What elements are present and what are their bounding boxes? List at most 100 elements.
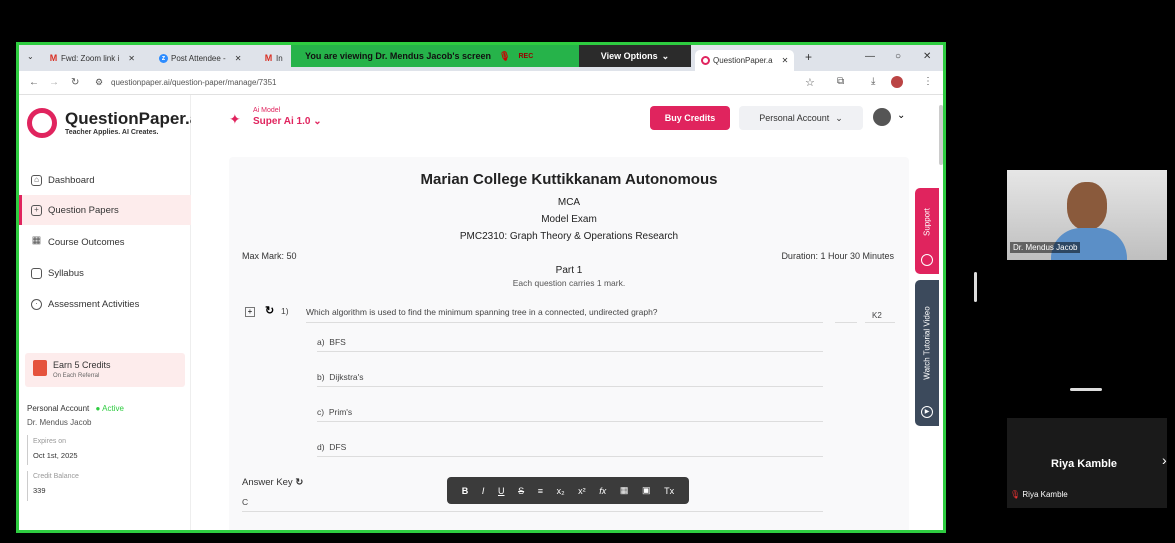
maximize-icon[interactable]: ○ [895,51,901,62]
exam-name: Model Exam [541,214,597,225]
tab-label: QuestionPaper.a [713,56,773,65]
table-button[interactable]: ▦ [620,485,629,496]
sidebar-item-dashboard[interactable]: ⌂ Dashboard [19,165,191,195]
chevron-down-icon[interactable]: ⌄ [897,110,905,121]
shared-screen: ⌄ M Fwd: Zoom link i ✕ z Post Attendee -… [16,42,946,533]
viewing-text: You are viewing Dr. Mendus Jacob's scree… [305,51,492,61]
participant-video-host[interactable]: Dr. Mendus Jacob [1007,170,1167,260]
subscript-button[interactable]: x₂ [557,486,565,496]
account-name: Dr. Mendus Jacob [27,418,92,427]
regenerate-icon[interactable]: ↻ [295,477,303,488]
answer-underline [242,511,823,512]
knowledge-level[interactable]: K2 [872,311,882,320]
duration: Duration: 1 Hour 30 Minutes [781,251,894,261]
panel-handle[interactable] [1070,388,1102,391]
participant-tile-riya[interactable]: Riya Kamble 🎙 Riya Kamble [1007,418,1167,508]
sidebar-item-question-papers[interactable]: + Question Papers [19,195,191,225]
sidebar-item-assessment-activities[interactable]: · Assessment Activities [19,289,191,319]
support-tab[interactable]: Support [915,188,939,274]
next-page-icon[interactable]: › [1162,452,1167,468]
home-icon: ⌂ [31,174,42,186]
tab-label: In [276,54,283,63]
clear-format-button[interactable]: Tx [664,486,674,496]
program: MCA [557,197,581,208]
sidebar-item-syllabus[interactable]: Syllabus [19,258,191,288]
divider [27,471,28,501]
buy-credits-button[interactable]: Buy Credits [650,106,730,130]
tab-label: Post Attendee - [171,54,226,63]
tab-questionpaper[interactable]: QuestionPaper.a ✕ [695,50,795,71]
chevron-down-icon: ⌄ [835,112,843,123]
zoom-icon: z [159,54,168,63]
bold-button[interactable]: B [462,486,469,496]
formula-button[interactable]: fx [599,486,606,496]
sidebar-item-course-outcomes[interactable]: ▦ Course Outcomes [19,227,191,257]
extensions-icon[interactable]: ⧉ [837,76,844,87]
tab-search-icon[interactable]: ⌄ [27,52,34,61]
option-d[interactable]: d) DFS [317,442,346,452]
forward-icon[interactable]: → [49,77,59,88]
close-icon[interactable]: ✕ [128,54,135,63]
window-close-icon[interactable]: ✕ [923,51,931,62]
expand-icon[interactable]: + [245,307,255,317]
more-menu-icon[interactable]: ⋮ [923,76,933,87]
sparkle-icon: ✦ [229,111,241,127]
underline-button[interactable]: U [498,486,505,496]
italic-button[interactable]: I [482,486,485,496]
strikethrough-button[interactable]: S [518,486,524,496]
account-type-row: Personal Account ● Active [27,404,124,413]
support-icon [921,254,933,266]
question-text[interactable]: Which algorithm is used to find the mini… [306,307,658,317]
user-avatar[interactable] [873,108,891,126]
superscript-button[interactable]: x² [578,486,586,496]
tutorial-tab[interactable]: Watch Tutorial Video ▶ [915,280,939,426]
play-icon: ▶ [921,406,933,418]
answer-key-heading: Answer Key ↻ [242,477,303,488]
tab-gmail-inbox[interactable]: M In [264,50,283,67]
file-icon [31,267,42,279]
sidebar-item-label: Dashboard [48,174,95,186]
close-icon[interactable]: ✕ [782,56,789,65]
tab-zoom[interactable]: z Post Attendee - ✕ [159,50,241,67]
zoom-viewing-banner: You are viewing Dr. Mendus Jacob's scree… [291,45,591,67]
college-title: Marian College Kuttikkanam Autonomous [420,171,718,188]
tab-label: Fwd: Zoom link i [61,54,120,63]
back-icon[interactable]: ← [29,77,39,88]
sidebar-item-label: Syllabus [48,267,84,279]
ai-model-select[interactable]: Super Ai 1.0 ⌄ [253,116,322,127]
site-info-icon[interactable]: ⚙ [95,77,103,88]
option-b[interactable]: b) Dijkstra's [317,372,364,382]
gmail-icon: M [264,53,273,63]
grid-icon: ▦ [31,234,42,246]
option-c[interactable]: c) Prim's [317,407,352,417]
tutorial-label: Watch Tutorial Video [922,306,932,380]
panel-splitter[interactable] [974,272,977,302]
option-a[interactable]: a) BFS [317,337,346,347]
align-button[interactable]: ≡ [538,486,543,496]
page-scrollbar[interactable] [939,105,943,165]
referral-card[interactable]: Earn 5 Credits On Each Referral [25,353,185,387]
app-topbar: ✦ Ai Model Super Ai 1.0 ⌄ Buy Credits Pe… [191,95,943,145]
account-dropdown[interactable]: Personal Account ⌄ [739,106,863,130]
new-tab-button[interactable]: + [805,50,812,64]
close-icon[interactable]: ✕ [235,54,242,63]
document-plus-icon: + [31,204,42,216]
part-title: Part 1 [555,265,583,276]
download-icon[interactable]: ⤓ [871,76,875,87]
minimize-icon[interactable]: — [865,51,875,62]
answer-value[interactable]: C [242,497,248,507]
reload-icon[interactable]: ↻ [71,77,79,88]
regenerate-icon[interactable]: ↻ [265,304,274,317]
profile-avatar[interactable] [891,76,903,88]
image-button[interactable]: ▣ [642,485,651,496]
participant-head [1067,182,1107,230]
url-field[interactable]: questionpaper.ai/question-paper/manage/7… [111,78,276,87]
credit-value: 339 [33,486,46,495]
tab-gmail-fwd[interactable]: M Fwd: Zoom link i ✕ [49,50,135,67]
participant-name: Riya Kamble [1022,490,1068,499]
view-options-button[interactable]: View Options ⌄ [579,45,691,67]
question-underline [306,322,823,323]
bookmark-star-icon[interactable]: ☆ [805,76,815,89]
credit-label: Credit Balance [33,473,79,480]
course-name: PMC2310: Graph Theory & Operations Resea… [459,231,679,242]
